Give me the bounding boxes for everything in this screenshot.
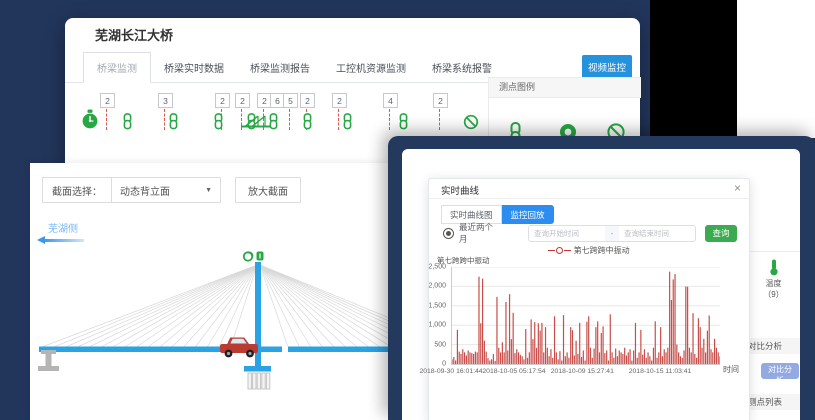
y-tick-label: 500 [434, 341, 446, 348]
tab[interactable]: 工控机资源监测 [323, 52, 419, 82]
chain-link-icon[interactable] [213, 113, 224, 135]
left-pier [38, 350, 59, 371]
floating-window-content: 温度 （9） 对比分析 对比分析 测点列表 实时曲线 × 实时曲线图 监控回放 [402, 149, 800, 420]
background-block-light [737, 0, 815, 138]
deck-joint [282, 346, 288, 353]
background-block-dark [650, 0, 737, 138]
video-monitor-button[interactable]: 视频监控 [582, 55, 632, 79]
screen: 芜湖长江大桥 桥梁监测 桥梁实时数据 桥梁监测报告 工控机资源监测 桥梁系统报警… [0, 0, 815, 420]
page-title: 芜湖长江大桥 [95, 25, 173, 44]
legend-marker [564, 250, 571, 251]
bridge-sensor-icon[interactable] [241, 114, 271, 134]
chart-svg [452, 267, 720, 364]
tower-piles [248, 373, 270, 389]
start-time-input[interactable] [529, 229, 605, 238]
car [220, 338, 258, 358]
sensor-count-badge: 2 [235, 93, 250, 108]
y-tick-label: 1,500 [428, 302, 446, 309]
chart-area [451, 267, 720, 365]
bridge-panel: 截面选择： 动态背立面 ▼ 放大截面 芜湖侧 [30, 163, 402, 420]
sensor-count-badge: 5 [283, 93, 298, 108]
no-entry-icon[interactable] [463, 114, 479, 135]
y-tick-label: 2,000 [428, 283, 446, 290]
sensor-dashed-line [439, 109, 440, 130]
y-tick-label: 2,500 [428, 264, 446, 271]
legend-panel-title: 测点图例 [489, 77, 641, 98]
chain-link-icon[interactable] [122, 113, 133, 135]
chain-link-icon[interactable] [168, 113, 179, 135]
gauge-icon[interactable] [81, 109, 99, 135]
tab[interactable]: 桥梁实时数据 [151, 52, 237, 82]
sensor-dashed-line [389, 109, 390, 130]
x-tick-label: 2018-10-05 05:17:54 [482, 368, 545, 375]
sensor-count-badge: 2 [100, 93, 115, 108]
y-tick-label: 1,000 [428, 322, 446, 329]
query-controls: 最近两个月 - 查询 [443, 224, 737, 242]
bridge-side-label: 芜湖侧 [48, 220, 78, 235]
sensor-dashed-line [289, 109, 290, 130]
chevron-down-icon: ▼ [205, 187, 212, 194]
sensor-dashed-line [338, 109, 339, 130]
zoom-section-button[interactable]: 放大截面 [235, 177, 301, 203]
date-range-group: - [528, 225, 696, 242]
realtime-curve-dialog: 实时曲线 × 实时曲线图 监控回放 最近两个月 - [428, 178, 750, 420]
sensor-count-badge: 2 [215, 93, 230, 108]
sensor-dashed-line [106, 109, 107, 130]
temperature-label: 温度 [747, 278, 800, 289]
radio-label: 最近两个月 [459, 221, 497, 245]
x-axis-ticks: 2018-09-30 16:01:442018-10-05 05:17:5420… [451, 368, 719, 378]
section-select-group: 截面选择： 动态背立面 ▼ [42, 177, 221, 203]
dialog-tabs: 实时曲线图 监控回放 [441, 205, 554, 224]
x-tick-label: 2018-09-30 16:01:44 [419, 368, 482, 375]
dialog-title: 实时曲线 [441, 183, 479, 197]
x-axis-name: 时间 [723, 364, 739, 375]
bridge-cables [42, 265, 402, 347]
sensor-count-badge: 2 [433, 93, 448, 108]
section-select[interactable]: 动态背立面 ▼ [112, 178, 220, 202]
tower-cap [244, 366, 271, 372]
tab[interactable]: 桥梁监测 [83, 52, 151, 83]
x-tick-label: 2018-10-15 11:03:41 [629, 368, 692, 375]
section-toolbar: 截面选择： 动态背立面 ▼ 放大截面 [42, 177, 301, 203]
sensor-count-badge: 2 [332, 93, 347, 108]
legend-marker [548, 250, 555, 251]
tower-top-sensor-icons [244, 252, 264, 261]
query-button[interactable]: 查询 [705, 225, 737, 242]
chain-link-icon[interactable] [398, 113, 409, 135]
sensor-count-badge: 2 [300, 93, 315, 108]
dialog-tab[interactable]: 监控回放 [502, 205, 554, 224]
chain-link-icon[interactable] [342, 113, 353, 135]
compare-analysis-button[interactable]: 对比分析 [761, 363, 799, 379]
radio-last-two-months[interactable] [443, 228, 454, 239]
bridge-drawing [30, 249, 402, 420]
left-arrow-icon [44, 239, 84, 242]
divider [429, 198, 749, 199]
close-icon[interactable]: × [734, 181, 741, 195]
chain-link-icon[interactable] [302, 113, 313, 135]
sensor-count-badge: 3 [158, 93, 173, 108]
end-time-input[interactable] [619, 229, 695, 238]
tab[interactable]: 桥梁监测报告 [237, 52, 323, 82]
y-tick-label: 0 [442, 361, 446, 368]
section-select-label: 截面选择： [43, 178, 112, 202]
floating-window: 温度 （9） 对比分析 对比分析 测点列表 实时曲线 × 实时曲线图 监控回放 [388, 136, 815, 420]
y-axis-ticks: 2,5002,0001,5001,0005000 [429, 267, 449, 364]
x-tick-label: 2018-10-09 15:27:41 [551, 368, 614, 375]
sensor-count-badge: 4 [383, 93, 398, 108]
temperature-count: （9） [747, 289, 800, 300]
range-separator: - [605, 226, 619, 241]
legend-marker-circle [556, 247, 563, 254]
sensor-dashed-line [164, 109, 165, 130]
